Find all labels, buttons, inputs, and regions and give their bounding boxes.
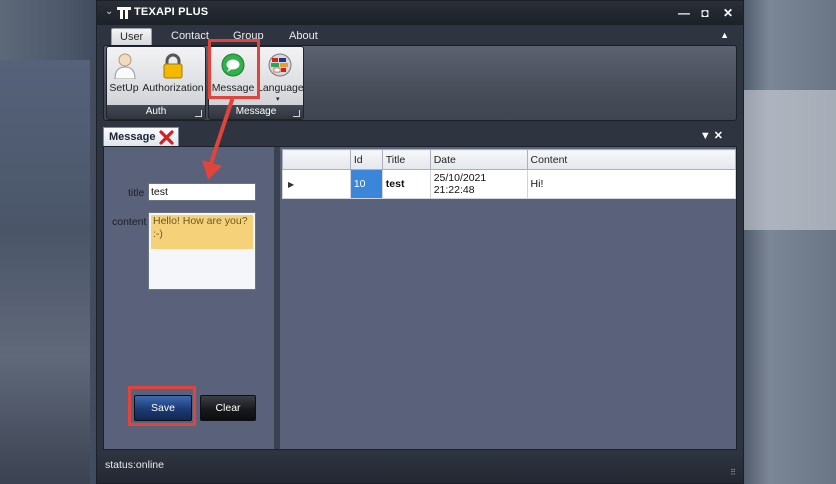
content-textarea[interactable]: Hello! How are you? :-): [148, 212, 256, 290]
maximize-icon[interactable]: ◘: [696, 4, 714, 22]
status-bar: status:online ⠿: [97, 453, 743, 483]
cell-title[interactable]: test: [381, 169, 431, 199]
language-button[interactable]: Language ▾: [257, 49, 304, 105]
message-button-highlight: [208, 39, 260, 99]
content-panel: title content Hello! How are you? :-) Sa…: [103, 146, 737, 450]
globe-flags-icon: [268, 53, 292, 77]
messages-grid: Id Title Date Content ▶ 10 test 25/10/20…: [282, 149, 737, 199]
desktop-background-right: [744, 90, 836, 230]
resize-grip-icon[interactable]: ⠿: [730, 468, 736, 477]
column-header-id[interactable]: Id: [349, 149, 383, 170]
title-label: title: [128, 187, 145, 199]
window-menu-icon[interactable]: ⌄: [105, 6, 113, 17]
row-pointer-icon: ▶: [288, 180, 295, 189]
column-header-date[interactable]: Date: [429, 149, 528, 170]
close-tab-icon[interactable]: [159, 129, 174, 145]
content-label: content: [112, 216, 147, 228]
app-logo-icon: [117, 7, 131, 19]
save-button-highlight: [128, 386, 196, 426]
status-text: status:online: [105, 459, 164, 471]
cell-date[interactable]: 25/10/2021 21:22:48: [429, 169, 528, 199]
ribbon-tab-bar: User Contact Group About ▲: [97, 25, 743, 45]
tab-options-icon[interactable]: ▼ ✕: [700, 129, 723, 142]
column-header-content[interactable]: Content: [526, 149, 737, 170]
cell-content[interactable]: Hi!: [526, 169, 737, 199]
window-title: TEXAPI PLUS: [134, 6, 209, 18]
tab-message-document[interactable]: Message: [103, 127, 179, 147]
cell-id[interactable]: 10: [349, 169, 383, 199]
user-icon: [114, 53, 136, 79]
language-label: Language: [257, 82, 304, 94]
title-bar: ⌄ TEXAPI PLUS — ◘ ✕: [97, 1, 743, 25]
setup-label: SetUp: [109, 82, 139, 94]
lock-icon: [163, 53, 183, 79]
authorization-label: Authorization: [142, 82, 204, 94]
language-dropdown-icon: ▾: [276, 96, 280, 103]
row-indicator[interactable]: ▶: [282, 169, 351, 199]
close-icon[interactable]: ✕: [719, 4, 737, 22]
minimize-icon[interactable]: —: [675, 4, 693, 22]
annotation-arrow-icon: [202, 98, 234, 180]
document-tab-label: Message: [109, 131, 156, 143]
ribbon-group-auth: SetUp Authorization Auth: [106, 46, 206, 120]
tab-about[interactable]: About: [281, 28, 326, 45]
auth-group-label: Auth: [107, 105, 205, 119]
table-row[interactable]: ▶ 10 test 25/10/2021 21:22:48 Hi!: [282, 169, 737, 199]
desktop-background-left: [0, 60, 90, 484]
row-header-corner: [282, 149, 351, 170]
auth-group-name: Auth: [145, 106, 167, 117]
message-dialog-launcher-icon[interactable]: [293, 110, 300, 117]
messages-grid-panel: Id Title Date Content ▶ 10 test 25/10/20…: [280, 147, 737, 449]
clear-button[interactable]: Clear: [200, 395, 256, 421]
tab-user[interactable]: User: [111, 28, 153, 45]
setup-button[interactable]: SetUp: [109, 49, 139, 105]
grid-header-row: Id Title Date Content: [282, 149, 737, 170]
content-text: Hello! How are you? :-): [151, 215, 253, 249]
column-header-title[interactable]: Title: [381, 149, 431, 170]
ribbon-collapse-icon[interactable]: ▲: [720, 30, 729, 40]
